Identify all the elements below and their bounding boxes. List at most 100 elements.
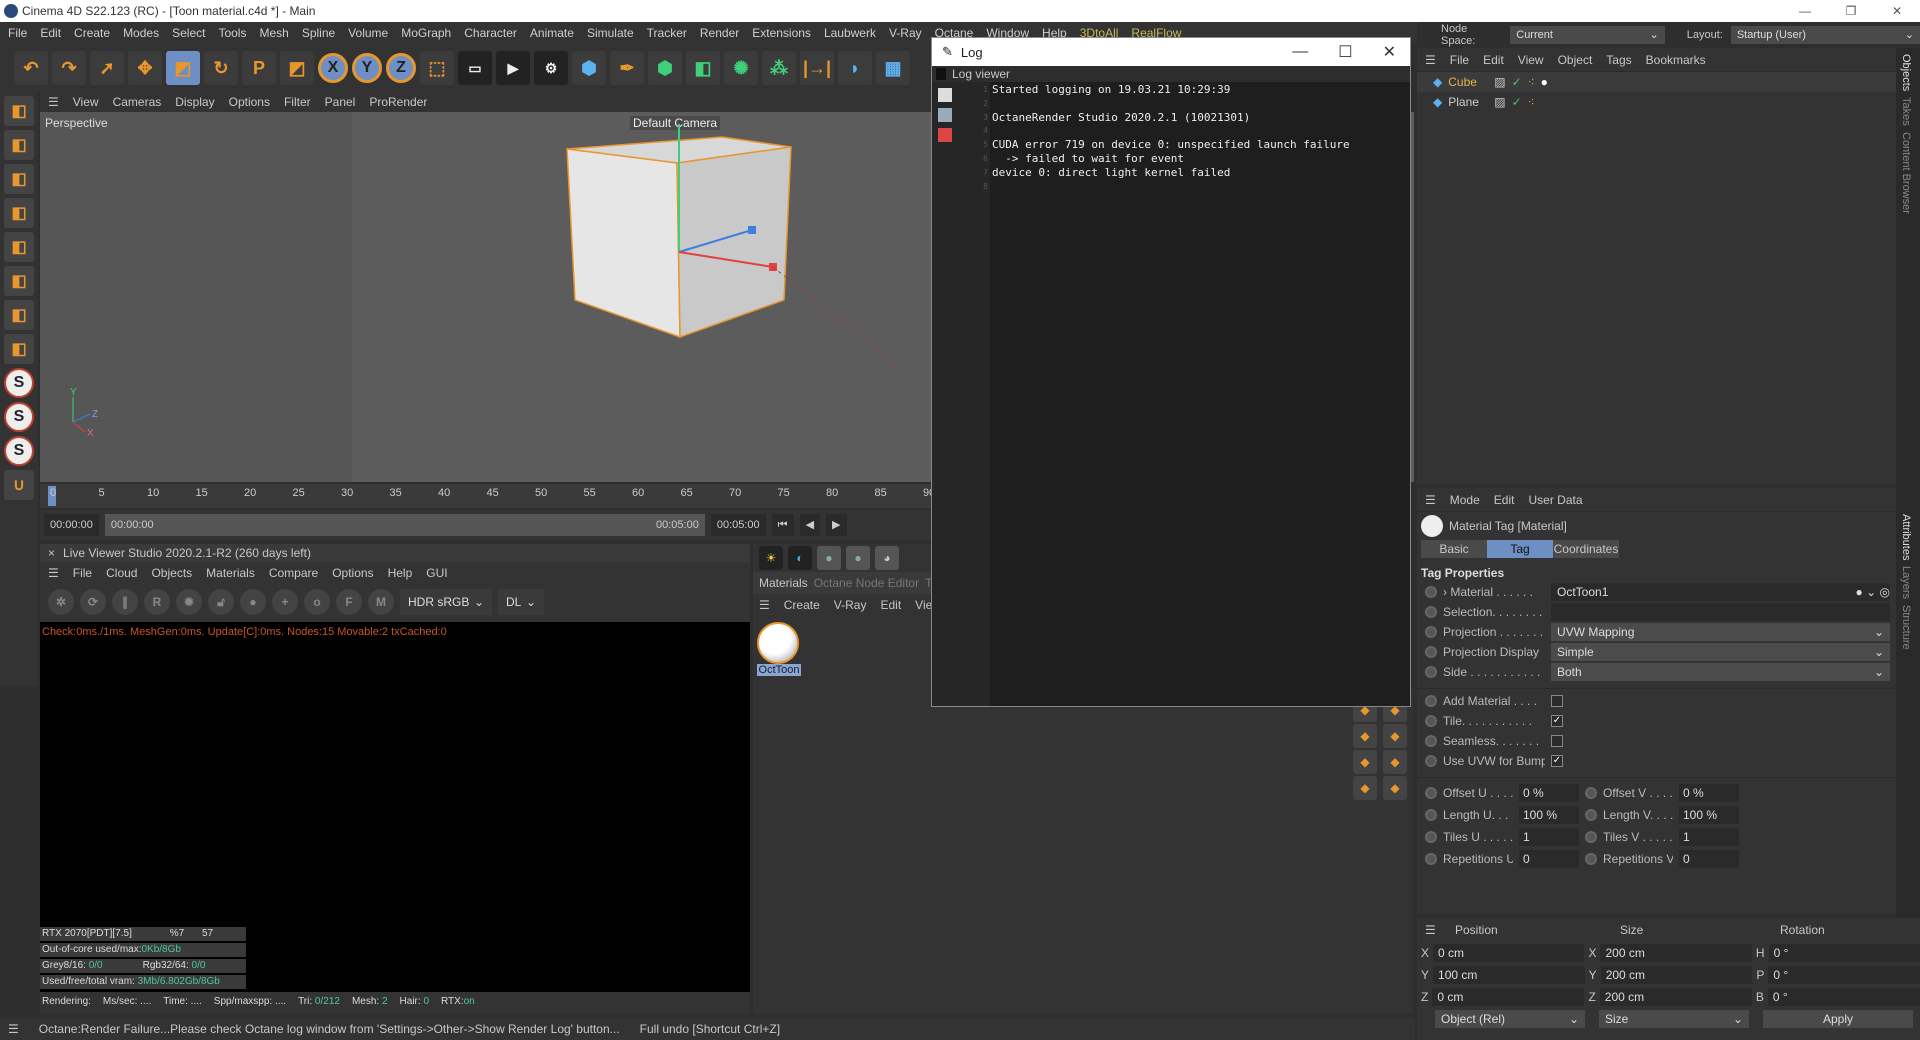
material-swatch[interactable]: OctToon — [757, 622, 801, 676]
material-menu-edit[interactable]: Edit — [880, 598, 901, 612]
axis-mode-icon[interactable]: ◧ — [4, 334, 34, 364]
visibility-icon[interactable]: ▨ — [1494, 95, 1505, 109]
menu-simulate[interactable]: Simulate — [587, 26, 634, 40]
checkbox[interactable]: ✓ — [1551, 715, 1563, 727]
animation-radio[interactable] — [1425, 787, 1437, 799]
mograph-icon[interactable]: ⁂ — [762, 51, 796, 85]
menu-laubwerk[interactable]: Laubwerk — [824, 26, 876, 40]
enabled-check-icon[interactable]: ✓ — [1512, 75, 1522, 89]
tag-icon[interactable]: ⁖ — [1528, 95, 1535, 109]
light-icon[interactable]: ◆ — [1383, 724, 1407, 748]
restore-button[interactable]: ❐ — [1828, 4, 1874, 18]
log-text[interactable]: Started logging on 19.03.21 10:29:39 Oct… — [992, 83, 1350, 180]
hamburger-icon[interactable]: ☰ — [8, 1022, 19, 1036]
field-3[interactable]: Simple ⌄ — [1551, 643, 1890, 661]
field-4[interactable]: Both ⌄ — [1551, 663, 1890, 681]
lv-menu-help[interactable]: Help — [388, 566, 413, 580]
field-2[interactable]: UVW Mapping ⌄ — [1551, 623, 1890, 641]
coordinate-field[interactable]: 100 cm — [1433, 966, 1585, 984]
menu-edit[interactable]: Edit — [40, 26, 61, 40]
number-field[interactable]: 0 % — [1679, 784, 1739, 802]
animation-radio[interactable] — [1585, 809, 1597, 821]
field-1[interactable] — [1551, 603, 1890, 621]
timeline-ruler[interactable]: 0 5 10 15 20 25 30 35 40 45 50 55 60 65 70 75 80 85 90 — [40, 484, 935, 508]
side-tab-takes[interactable]: Takes — [1900, 97, 1912, 126]
subdivision-icon[interactable]: ⬢ — [648, 51, 682, 85]
material-tag-icon[interactable]: ● — [1541, 75, 1548, 89]
checkbox[interactable]: ✓ — [1551, 755, 1563, 767]
end-time-field[interactable]: 00:05:00 — [710, 514, 766, 536]
polygons-mode-icon[interactable]: ◧ — [4, 266, 34, 296]
animation-radio[interactable] — [1425, 606, 1437, 618]
number-field[interactable]: 0 — [1519, 850, 1579, 868]
fog-icon[interactable]: ◆ — [1383, 776, 1407, 800]
checkbox[interactable] — [1551, 735, 1563, 747]
attribute-menu-userdata[interactable]: User Data — [1528, 493, 1582, 507]
animation-radio[interactable] — [1585, 787, 1597, 799]
material-tab[interactable]: Octane Node Editor — [814, 576, 919, 590]
copy-icon[interactable] — [938, 108, 952, 122]
side-tab-content-browser[interactable]: Content Browser — [1900, 132, 1912, 214]
material-preview2-icon[interactable]: ● — [846, 546, 870, 570]
minimize-button[interactable]: — — [1782, 4, 1828, 18]
snap-icon[interactable]: S — [4, 402, 34, 432]
animation-radio[interactable] — [1585, 831, 1597, 843]
menu-v-ray[interactable]: V-Ray — [889, 26, 922, 40]
send-scene-icon[interactable]: ✲ — [48, 589, 74, 615]
animation-radio[interactable] — [1425, 586, 1437, 598]
material-menu-vray[interactable]: V-Ray — [834, 598, 867, 612]
enabled-check-icon[interactable]: ✓ — [1512, 95, 1522, 109]
close-icon[interactable]: × — [48, 546, 55, 560]
number-field[interactable]: 1 — [1519, 828, 1579, 846]
coordinate-field[interactable]: 200 cm — [1600, 944, 1752, 962]
menu-animate[interactable]: Animate — [530, 26, 574, 40]
viewport-menu-filter[interactable]: Filter — [284, 95, 311, 109]
extrude-icon[interactable]: ◧ — [686, 51, 720, 85]
menu-spline[interactable]: Spline — [302, 26, 335, 40]
z-axis-icon[interactable]: Z — [386, 53, 416, 83]
viewport-menu-panel[interactable]: Panel — [325, 95, 356, 109]
menu-extensions[interactable]: Extensions — [752, 26, 811, 40]
render-settings-icon[interactable]: ⚙ — [534, 51, 568, 85]
cube-primitive-icon[interactable]: ⬢ — [572, 51, 606, 85]
close-button[interactable]: ✕ — [1383, 42, 1396, 62]
lv-menu-cloud[interactable]: Cloud — [106, 566, 137, 580]
animation-radio[interactable] — [1585, 853, 1597, 865]
material-tab[interactable]: Materials — [759, 576, 808, 590]
maximize-button[interactable]: ☐ — [1338, 42, 1352, 62]
minimize-button[interactable]: — — [1292, 43, 1308, 61]
lv-menu-materials[interactable]: Materials — [206, 566, 255, 580]
animation-radio[interactable] — [1425, 831, 1437, 843]
menu-tools[interactable]: Tools — [218, 26, 246, 40]
lv-menu-objects[interactable]: Objects — [151, 566, 192, 580]
coordinate-field[interactable]: 200 cm — [1599, 988, 1752, 1006]
go-to-start-button[interactable]: ⏮ — [771, 514, 794, 536]
menu-file[interactable]: File — [8, 26, 27, 40]
number-field[interactable]: 100 % — [1679, 806, 1739, 824]
material-preview-icon[interactable]: ● — [817, 546, 841, 570]
hamburger-icon[interactable]: ☰ — [1425, 493, 1436, 507]
viewport-menu-options[interactable]: Options — [229, 95, 270, 109]
material-ball-icon[interactable]: ● — [240, 589, 266, 615]
lv-menu-gui[interactable]: GUI — [426, 566, 447, 580]
object-name[interactable]: Cube — [1448, 75, 1488, 89]
animation-radio[interactable] — [1425, 755, 1437, 767]
tab-tag[interactable]: Tag — [1487, 540, 1553, 558]
number-field[interactable]: 0 — [1679, 850, 1739, 868]
hamburger-icon[interactable]: ☰ — [759, 598, 770, 612]
animation-radio[interactable] — [1425, 646, 1437, 658]
snap-icon[interactable]: S — [4, 368, 34, 398]
menu-volume[interactable]: Volume — [348, 26, 388, 40]
hamburger-icon[interactable]: ☰ — [48, 95, 59, 109]
points-mode-icon[interactable]: ◧ — [4, 198, 34, 228]
animation-radio[interactable] — [1425, 853, 1437, 865]
tag-icon[interactable]: ⁖ — [1528, 75, 1535, 89]
pen-icon[interactable]: ✒ — [610, 51, 644, 85]
object-menu-edit[interactable]: Edit — [1483, 53, 1504, 67]
layout-select[interactable]: Startup (User) ⌄ — [1730, 26, 1920, 44]
settings-gear-icon[interactable]: ✹ — [176, 589, 202, 615]
move-icon[interactable]: ✥ — [128, 51, 162, 85]
number-field[interactable]: 1 — [1679, 828, 1739, 846]
psr-icon[interactable]: P — [242, 51, 276, 85]
hamburger-icon[interactable]: ☰ — [1425, 53, 1436, 67]
